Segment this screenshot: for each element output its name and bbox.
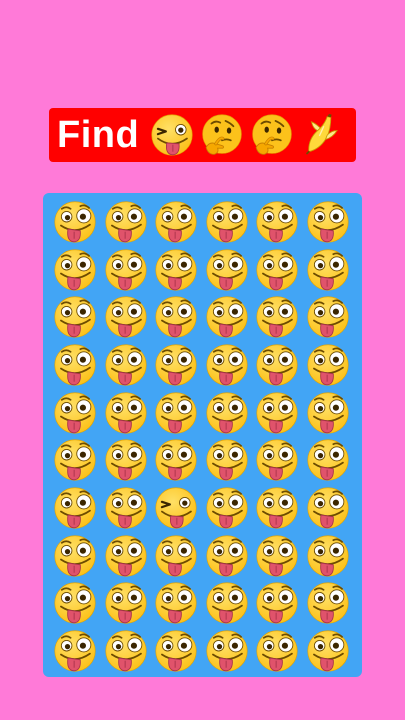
zany-face-icon[interactable]	[202, 532, 253, 580]
thinking-face-icon	[197, 110, 247, 160]
zany-face-icon[interactable]	[303, 341, 354, 389]
zany-face-icon[interactable]	[202, 436, 253, 484]
zany-face-icon[interactable]	[252, 484, 303, 532]
zany-face-icon[interactable]	[101, 293, 152, 341]
zany-face-icon[interactable]	[101, 246, 152, 294]
zany-face-icon[interactable]	[202, 293, 253, 341]
zany-face-icon[interactable]	[50, 341, 101, 389]
zany-face-icon[interactable]	[151, 341, 202, 389]
zany-face-icon[interactable]	[50, 436, 101, 484]
zany-face-icon[interactable]	[303, 246, 354, 294]
zany-face-icon[interactable]	[303, 627, 354, 675]
zany-face-icon[interactable]	[101, 436, 152, 484]
zany-face-icon[interactable]	[303, 436, 354, 484]
banner-clue-icons	[147, 110, 347, 160]
zany-face-icon[interactable]	[303, 198, 354, 246]
zany-face-icon[interactable]	[303, 532, 354, 580]
zany-face-icon[interactable]	[101, 341, 152, 389]
zany-face-icon[interactable]	[252, 389, 303, 437]
zany-face-icon[interactable]	[202, 341, 253, 389]
winking-face-with-tongue-icon[interactable]	[151, 484, 202, 532]
zany-face-icon[interactable]	[252, 580, 303, 628]
zany-face-icon[interactable]	[101, 532, 152, 580]
zany-face-icon[interactable]	[151, 580, 202, 628]
zany-face-icon[interactable]	[101, 484, 152, 532]
zany-face-icon[interactable]	[202, 246, 253, 294]
zany-face-icon[interactable]	[151, 532, 202, 580]
zany-face-icon[interactable]	[151, 198, 202, 246]
zany-face-icon[interactable]	[101, 627, 152, 675]
zany-face-icon[interactable]	[202, 389, 253, 437]
banana-icon	[297, 110, 347, 160]
zany-face-icon[interactable]	[50, 580, 101, 628]
emoji-grid	[50, 198, 353, 675]
zany-face-icon[interactable]	[101, 580, 152, 628]
zany-face-icon[interactable]	[50, 389, 101, 437]
zany-face-icon[interactable]	[252, 341, 303, 389]
zany-face-icon[interactable]	[50, 627, 101, 675]
zany-face-icon[interactable]	[50, 293, 101, 341]
winking-face-with-tongue-icon	[147, 110, 197, 160]
zany-face-icon[interactable]	[101, 389, 152, 437]
banner-title: Find	[57, 114, 140, 156]
zany-face-icon[interactable]	[202, 580, 253, 628]
zany-face-icon[interactable]	[252, 436, 303, 484]
zany-face-icon[interactable]	[50, 198, 101, 246]
zany-face-icon[interactable]	[151, 389, 202, 437]
zany-face-icon[interactable]	[50, 484, 101, 532]
zany-face-icon[interactable]	[202, 198, 253, 246]
zany-face-icon[interactable]	[252, 293, 303, 341]
zany-face-icon[interactable]	[202, 627, 253, 675]
zany-face-icon[interactable]	[303, 484, 354, 532]
zany-face-icon[interactable]	[303, 580, 354, 628]
thinking-face-icon	[247, 110, 297, 160]
zany-face-icon[interactable]	[151, 627, 202, 675]
zany-face-icon[interactable]	[252, 627, 303, 675]
puzzle-board	[43, 193, 362, 677]
zany-face-icon[interactable]	[252, 532, 303, 580]
zany-face-icon[interactable]	[252, 198, 303, 246]
zany-face-icon[interactable]	[252, 246, 303, 294]
zany-face-icon[interactable]	[303, 389, 354, 437]
zany-face-icon[interactable]	[101, 198, 152, 246]
zany-face-icon[interactable]	[151, 436, 202, 484]
zany-face-icon[interactable]	[50, 532, 101, 580]
zany-face-icon[interactable]	[151, 246, 202, 294]
zany-face-icon[interactable]	[303, 293, 354, 341]
find-banner: Find	[49, 108, 356, 162]
zany-face-icon[interactable]	[202, 484, 253, 532]
zany-face-icon[interactable]	[50, 246, 101, 294]
zany-face-icon[interactable]	[151, 293, 202, 341]
